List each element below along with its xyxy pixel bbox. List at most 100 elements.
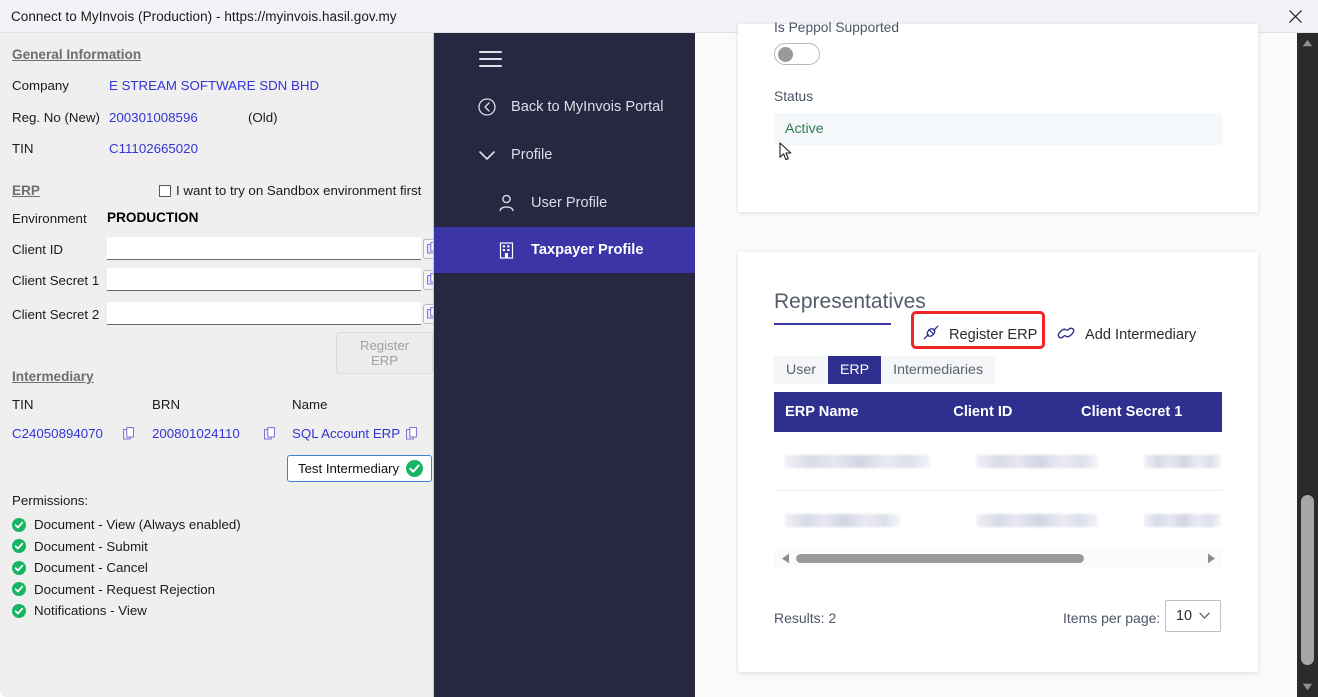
cell-erp-name-redacted — [785, 454, 930, 468]
check-circle-icon — [406, 460, 424, 477]
copy-intermediary-brn-button[interactable] — [261, 424, 278, 444]
permission-item: Document - Request Rejection — [12, 582, 241, 597]
intermediary-name-value: SQL Account ERP — [292, 426, 401, 441]
tab-erp[interactable]: ERP — [827, 356, 882, 384]
environment-value: PRODUCTION — [107, 210, 199, 225]
toggle-knob — [778, 46, 793, 62]
copy-intermediary-name-button[interactable] — [403, 424, 420, 444]
scroll-up-arrow[interactable] — [1297, 33, 1318, 53]
scroll-left-arrow[interactable] — [774, 553, 796, 564]
add-intermediary-button[interactable]: Add Intermediary — [1056, 325, 1196, 345]
close-button[interactable] — [1272, 0, 1318, 32]
title-underline — [774, 323, 891, 325]
permission-label: Notifications - View — [34, 603, 147, 618]
representatives-tabs: User ERP Intermediaries — [774, 356, 996, 384]
items-per-page-select[interactable]: 10 — [1165, 600, 1221, 632]
cell-client-id-redacted — [976, 513, 1098, 527]
sandbox-checkbox[interactable] — [159, 184, 171, 197]
sidebar-item-back-to-portal[interactable]: Back to MyInvois Portal — [434, 85, 695, 129]
register-erp-action-label: Register ERP — [949, 326, 1038, 343]
test-intermediary-label: Test Intermediary — [298, 461, 400, 476]
sidebar-item-user-profile[interactable]: User Profile — [434, 181, 695, 225]
copy-client-id-button[interactable] — [423, 238, 433, 259]
column-header-erp-name: ERP Name — [785, 404, 859, 420]
user-icon — [496, 194, 517, 212]
permissions-list: Document - View (Always enabled) Documen… — [12, 517, 241, 625]
cell-client-secret-redacted — [1144, 454, 1221, 468]
check-circle-icon — [12, 539, 26, 553]
sidebar-item-profile[interactable]: Profile — [434, 133, 695, 177]
clipboard-icon — [263, 427, 275, 440]
building-icon — [496, 241, 517, 259]
permission-item: Document - Cancel — [12, 560, 241, 575]
permissions-heading: Permissions: — [12, 493, 89, 508]
table-horizontal-scrollbar[interactable] — [774, 549, 1222, 567]
check-circle-icon — [12, 603, 26, 618]
client-id-input[interactable] — [107, 237, 421, 260]
table-row[interactable] — [774, 432, 1222, 490]
client-secret-2-input[interactable] — [107, 302, 421, 325]
copy-icon-wrap[interactable] — [261, 424, 278, 444]
status-badge: Active — [774, 113, 1222, 145]
check-circle-icon — [12, 582, 26, 596]
company-label: Company — [12, 78, 69, 93]
cell-client-id-redacted — [976, 454, 1098, 468]
client-secret-1-input[interactable] — [107, 268, 421, 291]
copy-icon-wrap[interactable] — [403, 424, 420, 444]
permission-item: Notifications - View — [12, 603, 241, 618]
intermediary-heading: Intermediary — [12, 369, 94, 384]
intermediary-tin-value: C24050894070 — [12, 426, 103, 441]
client-secret-2-label: Client Secret 2 — [12, 307, 100, 322]
copy-client-secret-1-button[interactable] — [423, 269, 433, 290]
vscroll-thumb[interactable] — [1301, 495, 1314, 665]
clipboard-icon — [426, 273, 433, 285]
hscroll-thumb[interactable] — [796, 553, 1084, 563]
table-row[interactable] — [774, 491, 1222, 549]
tin-label: TIN — [12, 141, 34, 156]
portal-sidebar: Back to MyInvois Portal Profile User Pro… — [434, 33, 695, 697]
register-erp-action-button[interactable]: Register ERP — [922, 324, 1037, 345]
sandbox-checkbox-label: I want to try on Sandbox environment fir… — [176, 183, 422, 198]
sidebar-item-label: User Profile — [531, 195, 608, 211]
test-intermediary-button[interactable]: Test Intermediary — [287, 455, 433, 482]
permission-label: Document - Cancel — [34, 560, 148, 575]
client-id-label: Client ID — [12, 242, 63, 257]
results-count: Results: 2 — [774, 610, 837, 626]
representatives-card: Representatives Add Intermediary Registe… — [738, 252, 1258, 672]
general-information-heading: General Information — [12, 47, 142, 62]
client-id-field-group — [107, 237, 433, 260]
app-window: Connect to MyInvois (Production) - https… — [0, 0, 1318, 697]
sidebar-item-label: Back to MyInvois Portal — [511, 99, 664, 115]
client-secret-1-label: Client Secret 1 — [12, 273, 100, 288]
tab-user[interactable]: User — [774, 356, 828, 384]
column-header-client-secret: Client Secret 1 — [1081, 404, 1183, 420]
sandbox-checkbox-row[interactable]: I want to try on Sandbox environment fir… — [159, 183, 421, 198]
sidebar-item-label: Taxpayer Profile — [531, 242, 644, 258]
copy-intermediary-tin-button[interactable] — [120, 424, 137, 444]
chevron-down-icon — [476, 149, 497, 161]
sidebar-item-label: Profile — [511, 147, 553, 163]
cell-client-secret-redacted — [1144, 513, 1221, 527]
column-header-client-id: Client ID — [953, 404, 1013, 420]
erp-heading: ERP — [12, 183, 40, 198]
permission-item: Document - Submit — [12, 539, 241, 554]
peppol-supported-toggle[interactable] — [774, 43, 820, 65]
scroll-right-arrow[interactable] — [1200, 553, 1222, 564]
hamburger-icon[interactable] — [479, 51, 502, 72]
register-erp-button[interactable]: Register ERP — [336, 332, 433, 374]
sidebar-item-taxpayer-profile[interactable]: Taxpayer Profile — [434, 227, 695, 273]
tin-value: C11102665020 — [109, 141, 198, 156]
window-vertical-scrollbar[interactable] — [1297, 33, 1318, 697]
scroll-down-arrow[interactable] — [1297, 677, 1318, 697]
copy-client-secret-2-button[interactable] — [423, 303, 433, 324]
tab-intermediaries[interactable]: Intermediaries — [881, 356, 996, 384]
reg-no-value: 200301008596 — [109, 110, 198, 125]
back-circle-icon — [476, 98, 497, 116]
taxpayer-detail-card: Is Peppol Supported Status Active — [738, 20, 1258, 212]
test-intermediary-button-wrap: Test Intermediary — [287, 455, 433, 482]
copy-icon-wrap[interactable] — [120, 424, 137, 444]
window-title: Connect to MyInvois (Production) - https… — [11, 8, 397, 24]
permission-label: Document - View (Always enabled) — [34, 517, 241, 532]
client-secret-2-field-group — [107, 302, 433, 325]
intermediary-brn-value: 200801024110 — [152, 426, 240, 441]
